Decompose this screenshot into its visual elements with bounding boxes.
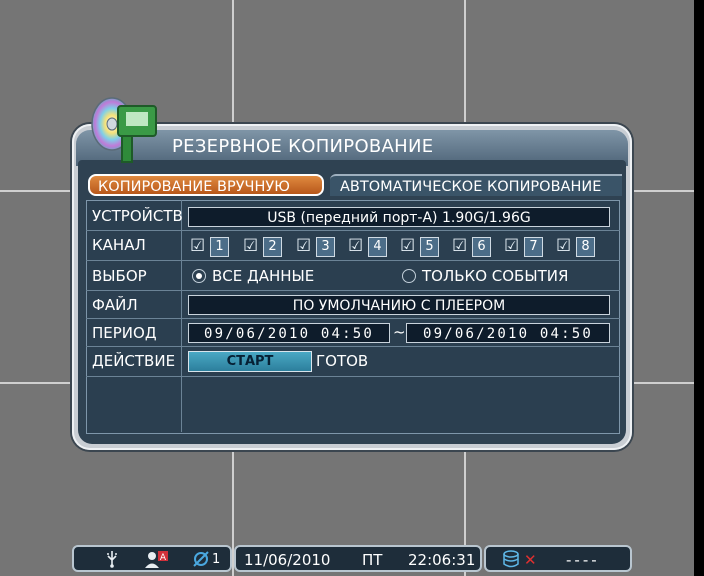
checkmark-icon: ☑ (504, 236, 520, 256)
channel-checkbox-7[interactable]: ☑ 7 (504, 236, 554, 258)
channel-number: 7 (524, 237, 543, 257)
statusbar-right: ✕ ---- (484, 545, 632, 572)
period-separator: ~ (393, 323, 406, 341)
radio-events-only[interactable] (402, 269, 416, 283)
status-time: 22:06:31 (408, 551, 476, 569)
selection-label: ВЫБОР (92, 267, 147, 285)
dialog-title: РЕЗЕРВНОЕ КОПИРОВАНИЕ (172, 136, 434, 157)
statusbar-left: A 1 (72, 545, 232, 572)
disk-status: ---- (566, 551, 600, 569)
status-weekday: ПТ (362, 551, 383, 569)
camera-icon (193, 551, 209, 567)
svg-text:A: A (160, 553, 167, 563)
channel-checkbox-5[interactable]: ☑ 5 (400, 236, 450, 258)
row-divider (86, 260, 620, 261)
screen-edge (694, 0, 704, 576)
period-from-input[interactable]: 09/06/2010 04:50 (188, 323, 390, 343)
channel-number: 6 (472, 237, 491, 257)
row-divider (86, 376, 620, 377)
checkmark-icon: ☑ (452, 236, 468, 256)
checkmark-icon: ☑ (400, 236, 416, 256)
start-button[interactable]: СТАРТ (188, 351, 312, 372)
user-icon: A (145, 551, 168, 568)
channel-checkbox-4[interactable]: ☑ 4 (348, 236, 398, 258)
row-divider (86, 290, 620, 291)
channel-checkbox-8[interactable]: ☑ 8 (556, 236, 606, 258)
period-to-input[interactable]: 09/06/2010 04:50 (406, 323, 610, 343)
checkmark-icon: ☑ (348, 236, 364, 256)
file-format-select[interactable]: ПО УМОЛЧАНИЮ С ПЛЕЕРОМ (188, 295, 610, 315)
disk-icon (503, 550, 519, 568)
backup-disc-icon (91, 97, 157, 163)
period-label: ПЕРИОД (92, 324, 157, 342)
radio-all-data-label[interactable]: ВСЕ ДАННЫЕ (212, 267, 314, 285)
radio-all-data[interactable] (192, 269, 206, 283)
radio-events-only-label[interactable]: ТОЛЬКО СОБЫТИЯ (422, 267, 568, 285)
action-label: ДЕЙСТВИЕ (92, 352, 176, 370)
camera-count: 1 (212, 552, 221, 567)
tab-manual-backup[interactable]: КОПИРОВАНИЕ ВРУЧНУЮ (88, 174, 324, 196)
channel-number: 3 (316, 237, 335, 257)
tab-auto-backup[interactable]: АВТОМАТИЧЕСКОЕ КОПИРОВАНИЕ (330, 174, 622, 196)
column-divider (181, 200, 182, 432)
channel-number: 1 (210, 237, 229, 257)
checkmark-icon: ☑ (243, 236, 259, 256)
channel-number: 5 (420, 237, 439, 257)
channel-label: КАНАЛ (92, 236, 146, 254)
channel-checkbox-3[interactable]: ☑ 3 (296, 236, 346, 258)
channel-checkbox-2[interactable]: ☑ 2 (243, 236, 293, 258)
channel-number: 2 (263, 237, 282, 257)
status-date: 11/06/2010 (244, 551, 331, 569)
row-divider (86, 318, 620, 319)
statusbar-datetime: 11/06/2010 ПТ 22:06:31 (234, 545, 482, 572)
checkmark-icon: ☑ (190, 236, 206, 256)
channel-checkbox-1[interactable]: ☑ 1 (190, 236, 240, 258)
action-status: ГОТОВ (316, 352, 369, 370)
checkmark-icon: ☑ (556, 236, 572, 256)
device-label: УСТРОЙСТВО (92, 207, 182, 225)
row-divider (86, 346, 620, 347)
channel-number: 4 (368, 237, 387, 257)
device-select[interactable]: USB (передний порт-A) 1.90G/1.96G (188, 207, 610, 227)
row-divider (86, 230, 620, 231)
usb-icon (107, 551, 117, 568)
channel-number: 8 (576, 237, 595, 257)
file-label: ФАЙЛ (92, 296, 138, 314)
checkmark-icon: ☑ (296, 236, 312, 256)
error-x-icon: ✕ (524, 551, 537, 569)
channel-checkbox-6[interactable]: ☑ 6 (452, 236, 502, 258)
